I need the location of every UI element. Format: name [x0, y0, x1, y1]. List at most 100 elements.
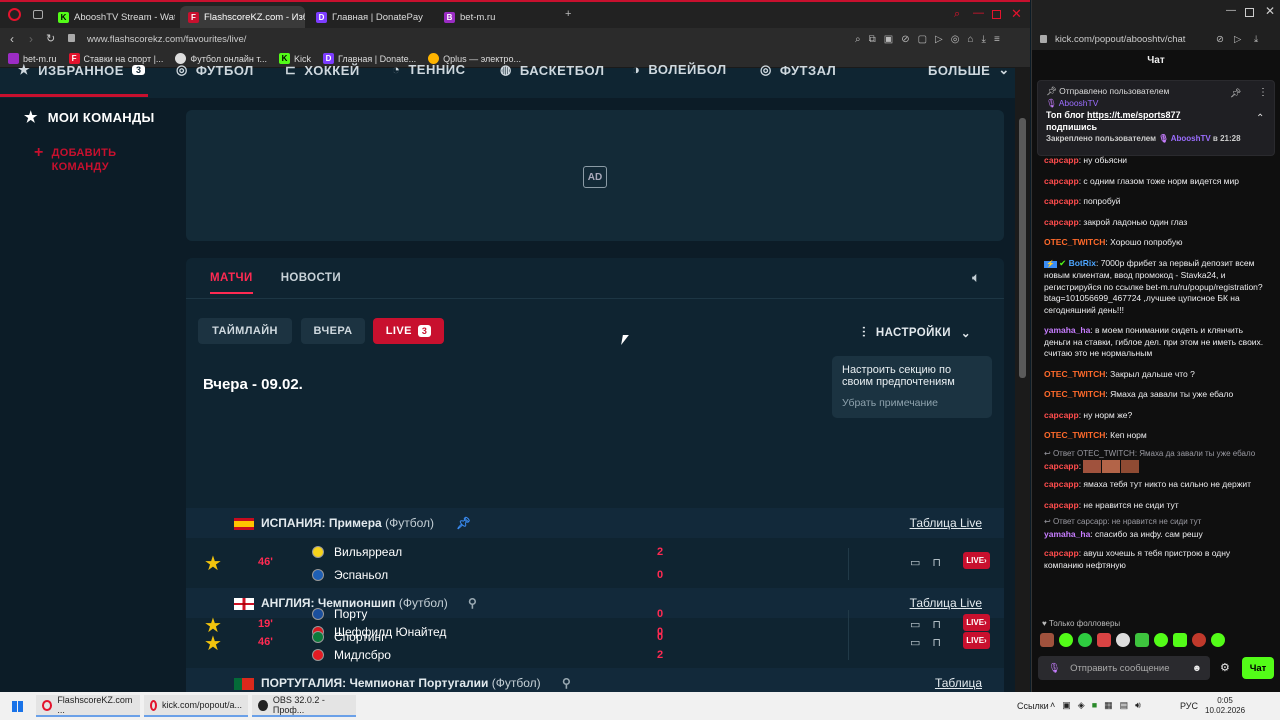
favorite-star-icon[interactable]: ★	[204, 613, 222, 638]
scrollbar-thumb[interactable]	[1019, 118, 1026, 378]
volume-icon[interactable]: 🔊︎	[1135, 700, 1141, 711]
scrollbar[interactable]	[1015, 68, 1030, 692]
filter-live[interactable]: LIVE 3	[373, 318, 444, 344]
taskbar-app-obs[interactable]: OBS 32.0.2 - Проф...	[252, 695, 356, 717]
url-text[interactable]: www.flashscorekz.com/favourites/live/	[87, 34, 246, 45]
download-icon[interactable]: ⤓	[1254, 34, 1258, 45]
nav-hockey[interactable]: ⊏ ХОККЕЙ	[285, 62, 360, 78]
workspaces-icon[interactable]	[33, 10, 43, 19]
chat-username[interactable]: BotRix	[1069, 258, 1096, 268]
back-icon[interactable]: ‹	[10, 33, 14, 45]
maximize-icon[interactable]	[1245, 8, 1254, 17]
play-icon[interactable]: ▷	[935, 34, 943, 45]
emoji-icon[interactable]: ☻	[1192, 663, 1202, 674]
nav-more[interactable]: БОЛЬШЕ ⌄	[928, 62, 1010, 78]
nav-football[interactable]: ◎ ФУТБОЛ	[176, 62, 254, 78]
pin-active-icon[interactable]: 📌︎	[456, 516, 471, 530]
minimize-icon[interactable]: —	[973, 8, 984, 19]
chat-username[interactable]: сарсарр	[1044, 217, 1079, 227]
nav-favorites[interactable]: ★ ИЗБРАННОЕ 3	[18, 62, 146, 78]
reload-icon[interactable]: ↻	[46, 33, 55, 45]
forward-icon[interactable]: ›	[29, 33, 33, 45]
league-name[interactable]: ПОРТУГАЛИЯ: Чемпионат Португалии (Футбол…	[261, 676, 541, 690]
ad-banner[interactable]: AD	[186, 110, 1004, 241]
emote-icon[interactable]	[1192, 633, 1206, 647]
minimize-icon[interactable]: —	[1226, 6, 1236, 16]
pinned-link[interactable]: https://t.me/sports877	[1087, 110, 1181, 120]
chat-username[interactable]: OTEC_TWITCH	[1044, 389, 1105, 399]
live-button[interactable]: LIVE ›	[963, 614, 990, 631]
chat-username[interactable]: сарсарр	[1044, 548, 1079, 558]
emote-icon[interactable]	[1078, 633, 1092, 647]
network-icon[interactable]: ▤	[1120, 700, 1129, 711]
nav-tennis[interactable]: ◔ ТЕННИС	[392, 62, 465, 77]
tab-news[interactable]: НОВОСТИ	[281, 272, 341, 284]
emote-icon[interactable]	[1135, 633, 1149, 647]
mic-icon[interactable]: 🎙︎	[1048, 663, 1060, 674]
tray-arrow-icon[interactable]: ˄	[1050, 700, 1055, 711]
emote-icon[interactable]	[1040, 633, 1054, 647]
collapse-icon[interactable]: ⌃	[1256, 113, 1264, 125]
settings-button[interactable]: ⫶ НАСТРОЙКИ ⌄	[862, 324, 971, 341]
tray-app-icon[interactable]: ◈	[1078, 700, 1085, 711]
league-name[interactable]: ИСПАНИЯ: Примера (Футбол)	[261, 516, 434, 530]
pin-icon[interactable]: ⚲	[562, 676, 571, 690]
chat-username[interactable]: OTEC_TWITCH	[1044, 237, 1105, 247]
emote-icon[interactable]	[1059, 633, 1073, 647]
live-button[interactable]: LIVE ›	[963, 552, 990, 569]
chat-username[interactable]: OTEC_TWITCH	[1044, 369, 1105, 379]
more-options-icon[interactable]: ⋮	[1258, 87, 1268, 99]
adblock-icon[interactable]: ⊘	[1216, 34, 1224, 45]
windows-start-icon[interactable]	[12, 701, 23, 712]
shirt-icon[interactable]: ⊓	[932, 556, 941, 569]
close-window-icon[interactable]: ✕	[1011, 7, 1022, 20]
filter-yesterday[interactable]: ВЧЕРА	[301, 318, 365, 344]
chat-username[interactable]: yamaha_ha	[1044, 529, 1090, 539]
snapshot-icon[interactable]: ◎	[951, 34, 960, 45]
tray-app-icon[interactable]: ■	[1092, 700, 1097, 711]
tv-icon[interactable]: ▭	[910, 556, 920, 569]
nav-volleyball[interactable]: ◑ ВОЛЕЙБОЛ	[632, 62, 727, 77]
adblock-icon[interactable]: ⊘	[901, 34, 909, 45]
emote-icon[interactable]	[1211, 633, 1225, 647]
table-link[interactable]: Таблица	[935, 676, 982, 690]
close-window-icon[interactable]: ✕	[1265, 5, 1275, 17]
home-icon[interactable]: ⌂	[967, 34, 973, 45]
nav-basketball[interactable]: ◍ БАСКЕТБОЛ	[500, 62, 604, 78]
chat-username[interactable]: OTEC_TWITCH	[1044, 430, 1105, 440]
table-link[interactable]: Таблица Live	[910, 516, 982, 530]
pin-toggle-icon[interactable]: 📌︎	[1230, 87, 1241, 99]
tab-flashscore[interactable]: F FlashscoreKZ.com - Избр	[180, 6, 305, 28]
chat-input[interactable]: 🎙︎ Отправить сообщение ☻	[1038, 656, 1210, 680]
chat-username[interactable]: сарсарр	[1044, 176, 1079, 186]
send-chat-button[interactable]: Чат	[1242, 657, 1274, 679]
download-icon[interactable]: ⤓	[982, 34, 986, 45]
emote-icon[interactable]	[1154, 633, 1168, 647]
menu-icon[interactable]: ≡	[994, 34, 1000, 45]
vpn-icon[interactable]: ▢	[918, 34, 927, 45]
nav-futsal[interactable]: ◎ ФУТЗАЛ	[760, 62, 836, 78]
emote-icon[interactable]	[1097, 633, 1111, 647]
add-team-button[interactable]: + ДОБАВИТЬ КОМАНДУ	[34, 145, 174, 174]
chat-username[interactable]: сарсарр	[1044, 155, 1079, 165]
tray-app-icon[interactable]: ▣	[1062, 700, 1071, 711]
camera-icon[interactable]: ▣	[884, 34, 893, 45]
tab-abooshtv[interactable]: K AbooshTV Stream - Watch	[50, 6, 175, 28]
match-row[interactable]: ★ 46' Вильярреал Эспаньол 2 0 ▭ ⊓ LIVE ›	[186, 538, 1004, 588]
chat-username[interactable]: сарсарр	[1044, 410, 1079, 420]
chat-username[interactable]: yamaha_ha	[1044, 325, 1090, 335]
tab-donatepay[interactable]: D Главная | DonatePay	[308, 6, 433, 28]
sound-off-icon[interactable]: 🔈︎	[972, 270, 980, 284]
tv-icon[interactable]: ▭	[910, 618, 920, 631]
extension-icon[interactable]: ⧉	[869, 34, 876, 45]
emote-icon[interactable]	[1173, 633, 1187, 647]
emote-icon[interactable]	[1116, 633, 1130, 647]
match-row[interactable]: ★ 19' Порту Спортинг 0 0 ▭ ⊓ LIVE ›	[186, 600, 1004, 650]
chat-username[interactable]: сарсарр	[1044, 500, 1079, 510]
tab-matches[interactable]: МАТЧИ	[210, 272, 253, 294]
filter-timeline[interactable]: ТАЙМЛАЙН	[198, 318, 292, 344]
zoom-icon[interactable]: ⌕	[855, 34, 861, 45]
links-toolbar[interactable]: Ссылки	[1017, 701, 1049, 711]
play-icon[interactable]: ▷	[1234, 34, 1241, 45]
clock[interactable]: 0:05 10.02.2026	[1205, 696, 1245, 716]
